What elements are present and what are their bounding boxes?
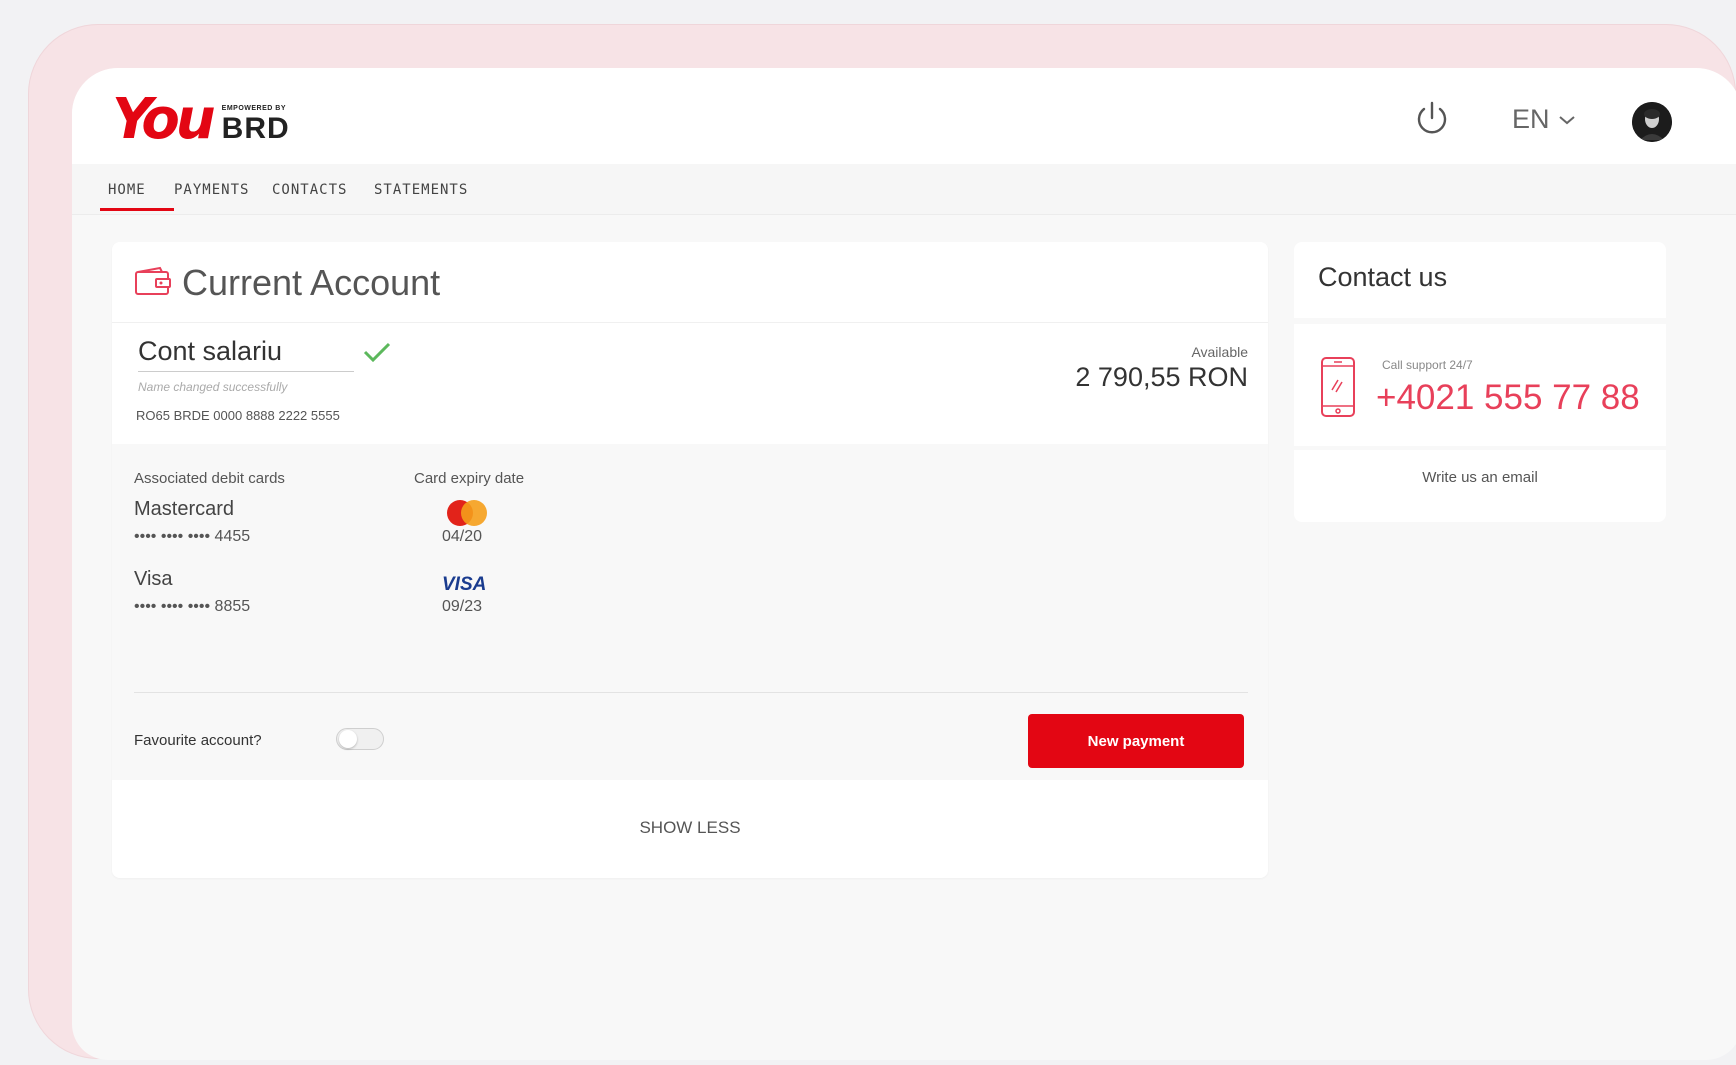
available-balance: 2 790,55 RON — [1075, 362, 1248, 392]
nav-tab-contacts[interactable]: CONTACTS — [272, 182, 347, 198]
current-account-card: Current Account Cont salariu Name change… — [112, 242, 1268, 878]
power-icon — [1417, 101, 1447, 134]
nav-tab-payments[interactable]: PAYMENTS — [174, 182, 249, 198]
contact-phone-section: Call support 24/7 +4021 555 77 88 — [1294, 324, 1666, 446]
language-selector[interactable]: EN — [1512, 104, 1576, 135]
account-name-success-message: Name changed successfully — [138, 380, 288, 394]
favourite-account-toggle[interactable] — [336, 728, 384, 750]
call-support-label: Call support 24/7 — [1382, 358, 1473, 372]
favourite-account-label: Favourite account? — [134, 732, 262, 749]
account-name-field[interactable]: Cont salariu — [138, 336, 354, 372]
support-phone-number[interactable]: +4021 555 77 88 — [1376, 378, 1640, 418]
visa-icon: VISA — [442, 574, 487, 595]
account-summary: Cont salariu Name changed successfully R… — [112, 326, 1268, 444]
card-name-visa: Visa — [134, 568, 173, 590]
logo-powered-text: EMPOWERED BY — [221, 105, 287, 112]
mastercard-icon — [447, 500, 487, 526]
toggle-knob — [339, 730, 357, 748]
brand-logo[interactable]: You EMPOWERED BY BRD — [112, 90, 290, 148]
write-email-link[interactable]: Write us an email — [1294, 450, 1666, 522]
user-avatar-image — [1632, 102, 1672, 142]
card-name-mastercard: Mastercard — [134, 498, 235, 520]
card-number-mastercard: •••• •••• •••• 4455 — [134, 528, 251, 545]
logout-button[interactable] — [1412, 98, 1452, 138]
logo-brd-text: BRD — [221, 112, 290, 145]
mobile-phone-icon — [1321, 357, 1355, 417]
cards-divider — [134, 692, 1248, 693]
account-card-header: Current Account — [112, 242, 1268, 323]
account-iban: RO65 BRDE 0000 8888 2222 5555 — [136, 408, 340, 423]
nav-tab-statements[interactable]: STATEMENTS — [374, 182, 468, 198]
checkmark-icon — [363, 342, 391, 363]
nav-active-indicator — [100, 208, 174, 211]
show-less-button[interactable]: SHOW LESS — [112, 780, 1268, 878]
device-frame: You EMPOWERED BY BRD EN HOME PAYMENTS CO… — [28, 24, 1736, 1060]
account-card-title: Current Account — [182, 262, 441, 303]
card-number-visa: •••• •••• •••• 8855 — [134, 598, 251, 615]
card-expiry-header: Card expiry date — [414, 470, 525, 487]
app-screen: You EMPOWERED BY BRD EN HOME PAYMENTS CO… — [72, 68, 1736, 1060]
card-expiry-mastercard: 04/20 — [442, 528, 483, 545]
wallet-icon — [135, 266, 171, 295]
user-avatar[interactable] — [1632, 102, 1672, 142]
logo-you-text: You — [112, 87, 216, 152]
language-value: EN — [1512, 104, 1550, 134]
contact-card-header: Contact us — [1294, 242, 1666, 318]
associated-cards-header: Associated debit cards — [134, 470, 285, 487]
contact-us-card: Contact us Call support 24/7 +4021 555 7… — [1294, 242, 1666, 522]
contact-us-title: Contact us — [1318, 262, 1448, 292]
available-label: Available — [1191, 344, 1248, 360]
logo-brd-block: EMPOWERED BY BRD — [222, 105, 290, 148]
nav-tab-home[interactable]: HOME — [108, 182, 146, 198]
associated-cards-section: Associated debit cards Card expiry date … — [112, 444, 1268, 780]
new-payment-button[interactable]: New payment — [1028, 714, 1244, 768]
header: You EMPOWERED BY BRD EN — [72, 68, 1736, 164]
main-nav: HOME PAYMENTS CONTACTS STATEMENTS — [72, 164, 1736, 215]
chevron-down-icon — [1558, 115, 1575, 124]
card-expiry-visa: 09/23 — [442, 598, 483, 615]
